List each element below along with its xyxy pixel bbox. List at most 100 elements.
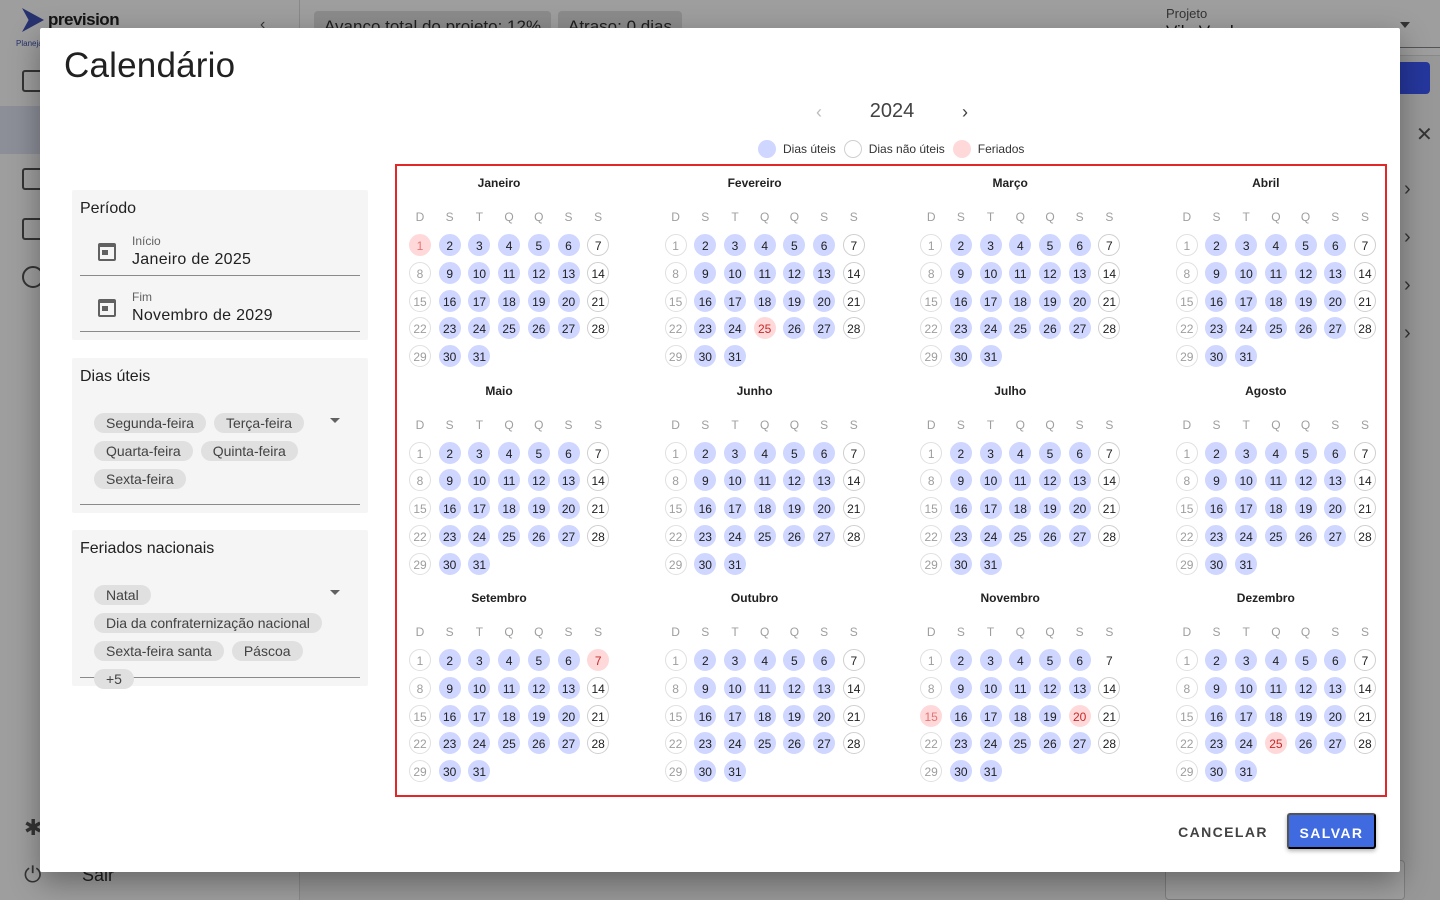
working-day[interactable]: 19 — [783, 704, 806, 727]
non-working-day[interactable]: 22 — [409, 524, 431, 547]
working-day[interactable]: 27 — [1324, 317, 1347, 340]
working-day[interactable]: 9 — [949, 469, 972, 492]
non-working-day[interactable]: 14 — [587, 676, 610, 699]
working-day[interactable]: 19 — [1038, 289, 1061, 312]
non-working-day[interactable]: 8 — [664, 261, 687, 284]
non-working-day[interactable]: 8 — [1175, 469, 1198, 492]
working-day[interactable]: 30 — [694, 345, 717, 368]
non-working-day[interactable]: 29 — [1175, 760, 1198, 783]
non-working-day[interactable]: 7 — [1098, 234, 1121, 256]
working-day[interactable]: 26 — [1038, 524, 1061, 547]
non-working-day[interactable]: 15 — [664, 289, 687, 312]
non-working-day[interactable]: 14 — [587, 469, 610, 492]
working-day[interactable]: 6 — [813, 649, 836, 671]
working-day[interactable]: 4 — [1009, 234, 1032, 256]
working-day[interactable]: 24 — [979, 524, 1002, 547]
working-day[interactable]: 2 — [949, 649, 972, 671]
working-day[interactable]: 25 — [1264, 317, 1287, 340]
working-day[interactable]: 18 — [498, 704, 521, 727]
non-working-day[interactable]: 8 — [920, 469, 943, 492]
working-day[interactable]: 3 — [468, 234, 491, 256]
working-day[interactable]: 31 — [1235, 552, 1258, 575]
end-date-field[interactable]: Fim Novembro de 2029 — [80, 284, 360, 332]
chevron-down-icon[interactable] — [330, 590, 340, 595]
working-day[interactable]: 17 — [1235, 704, 1258, 727]
working-day[interactable]: 4 — [498, 649, 521, 671]
working-day[interactable]: 2 — [949, 234, 972, 256]
working-day[interactable]: 5 — [1038, 649, 1061, 671]
non-working-day[interactable]: 8 — [409, 261, 431, 284]
non-working-day[interactable]: 22 — [664, 524, 687, 547]
working-day[interactable]: 13 — [557, 676, 580, 699]
working-day[interactable]: 19 — [527, 497, 550, 520]
working-day[interactable]: 10 — [723, 261, 746, 284]
working-day[interactable]: 23 — [694, 317, 717, 340]
working-day[interactable]: 3 — [1235, 441, 1258, 464]
working-day[interactable]: 3 — [468, 441, 491, 464]
working-day[interactable]: 2 — [1205, 441, 1228, 464]
working-day[interactable]: 25 — [753, 732, 776, 755]
non-working-day[interactable]: 29 — [664, 345, 687, 368]
non-working-day[interactable]: 8 — [1175, 261, 1198, 284]
non-working-day[interactable]: 29 — [409, 345, 431, 368]
working-day[interactable]: 12 — [783, 261, 806, 284]
working-day[interactable]: 13 — [557, 261, 580, 284]
non-working-day[interactable]: 1 — [664, 441, 687, 464]
holiday-day[interactable]: 25 — [753, 317, 776, 340]
working-day[interactable]: 12 — [783, 469, 806, 492]
working-day[interactable]: 31 — [468, 345, 491, 368]
non-working-day[interactable]: 14 — [1353, 469, 1376, 492]
working-day[interactable]: 5 — [783, 234, 806, 256]
working-day[interactable]: 13 — [1068, 261, 1091, 284]
working-day[interactable]: 9 — [949, 261, 972, 284]
non-working-day[interactable]: 22 — [920, 317, 943, 340]
non-working-day[interactable]: 28 — [842, 524, 865, 547]
working-day[interactable]: 2 — [1205, 649, 1228, 671]
non-working-day[interactable]: 21 — [1098, 497, 1121, 520]
working-day[interactable]: 2 — [438, 234, 461, 256]
working-day[interactable]: 19 — [1038, 497, 1061, 520]
working-day[interactable]: 25 — [1009, 732, 1032, 755]
working-day[interactable]: 24 — [979, 732, 1002, 755]
non-working-day[interactable]: 7 — [842, 649, 865, 671]
working-day[interactable]: 10 — [723, 676, 746, 699]
working-day[interactable]: 18 — [1264, 289, 1287, 312]
working-day[interactable]: 23 — [1205, 317, 1228, 340]
non-working-day[interactable]: 21 — [842, 289, 865, 312]
working-day[interactable]: 24 — [723, 732, 746, 755]
non-working-day[interactable]: 22 — [1175, 732, 1198, 755]
working-day[interactable]: 12 — [527, 676, 550, 699]
working-day[interactable]: 24 — [1235, 524, 1258, 547]
non-working-day[interactable]: 15 — [1175, 704, 1198, 727]
working-day[interactable]: 20 — [557, 289, 580, 312]
working-day[interactable]: 20 — [1324, 289, 1347, 312]
non-working-day[interactable]: 21 — [1353, 704, 1376, 727]
working-day[interactable]: 3 — [1235, 649, 1258, 671]
working-day[interactable]: 12 — [783, 676, 806, 699]
working-day[interactable]: 10 — [979, 676, 1002, 699]
working-day[interactable]: 26 — [783, 317, 806, 340]
working-day[interactable]: 24 — [468, 524, 491, 547]
working-day[interactable]: 10 — [1235, 469, 1258, 492]
working-day[interactable]: 6 — [813, 234, 836, 256]
working-day[interactable]: 16 — [694, 497, 717, 520]
non-working-day[interactable]: 8 — [664, 676, 687, 699]
working-day[interactable]: 25 — [1009, 524, 1032, 547]
working-day[interactable]: 9 — [694, 261, 717, 284]
working-day[interactable]: 9 — [694, 676, 717, 699]
working-day[interactable]: 10 — [979, 469, 1002, 492]
working-day[interactable]: 26 — [1294, 732, 1317, 755]
working-day[interactable]: 31 — [723, 552, 746, 575]
non-working-day[interactable]: 22 — [664, 317, 687, 340]
working-day[interactable]: 25 — [753, 524, 776, 547]
working-day[interactable]: 12 — [1038, 676, 1061, 699]
non-working-day[interactable]: 21 — [587, 497, 610, 520]
non-working-day[interactable]: 29 — [920, 552, 943, 575]
non-working-day[interactable]: 15 — [664, 704, 687, 727]
working-day[interactable]: 27 — [1068, 317, 1091, 340]
working-day[interactable]: 9 — [1205, 261, 1228, 284]
non-working-day[interactable]: 14 — [587, 261, 610, 284]
working-day[interactable]: 12 — [1294, 261, 1317, 284]
working-day[interactable]: 16 — [694, 704, 717, 727]
non-working-day[interactable]: 29 — [409, 760, 431, 783]
